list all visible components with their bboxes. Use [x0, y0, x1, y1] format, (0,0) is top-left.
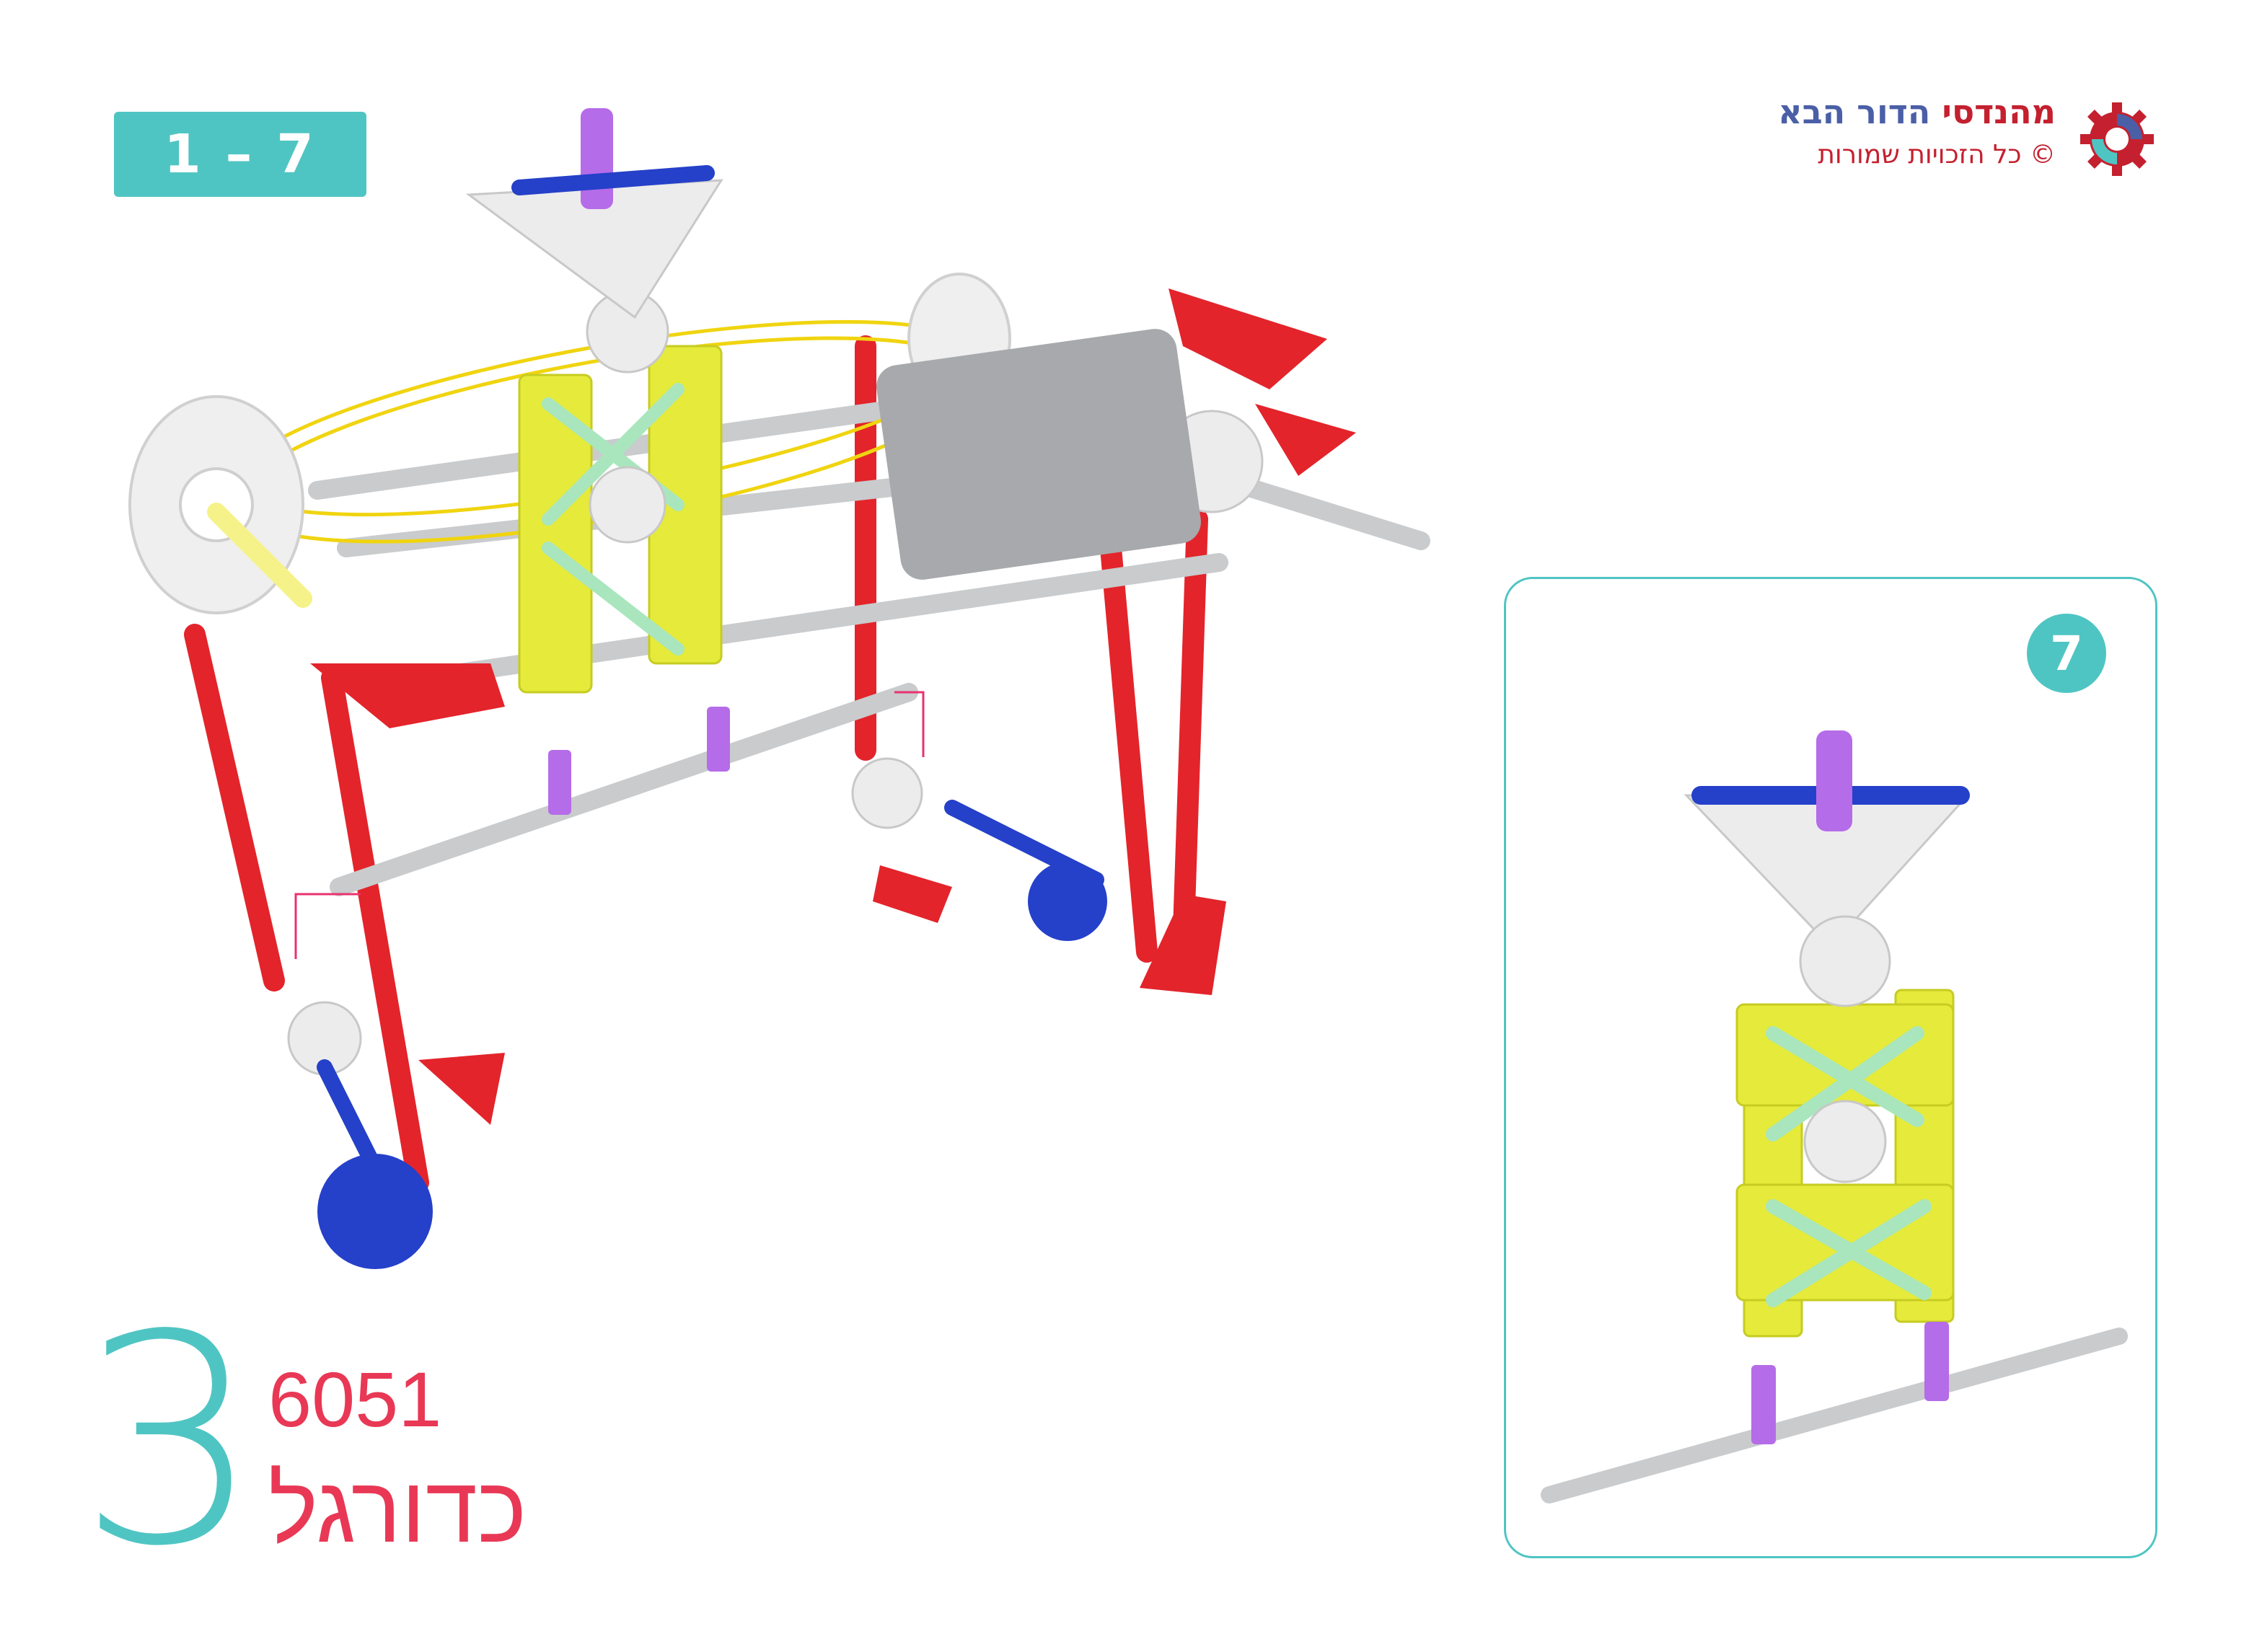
model-code: 6051 [268, 1356, 442, 1443]
model-name: כדורגל [268, 1457, 527, 1562]
detail-step-illustration [1541, 730, 2128, 1503]
brand-title-part1: מהנדסי [1942, 92, 2056, 131]
brand-title: מהנדסי הדור הבא [1778, 92, 2056, 131]
brand-title-part2: הדור הבא [1778, 92, 1931, 131]
brand-copyright: © כל הזכויות שמורות [1818, 140, 2056, 169]
detail-step-panel: 7 [1504, 577, 2157, 1558]
gear-logo-icon [2080, 102, 2154, 176]
brand-header: מהנדסי הדור הבא © כל הזכויות שמורות [1659, 92, 2164, 186]
page-number: 3 [78, 1274, 262, 1609]
detail-step-number: 7 [2027, 614, 2106, 693]
main-model-illustration [128, 108, 1430, 1269]
